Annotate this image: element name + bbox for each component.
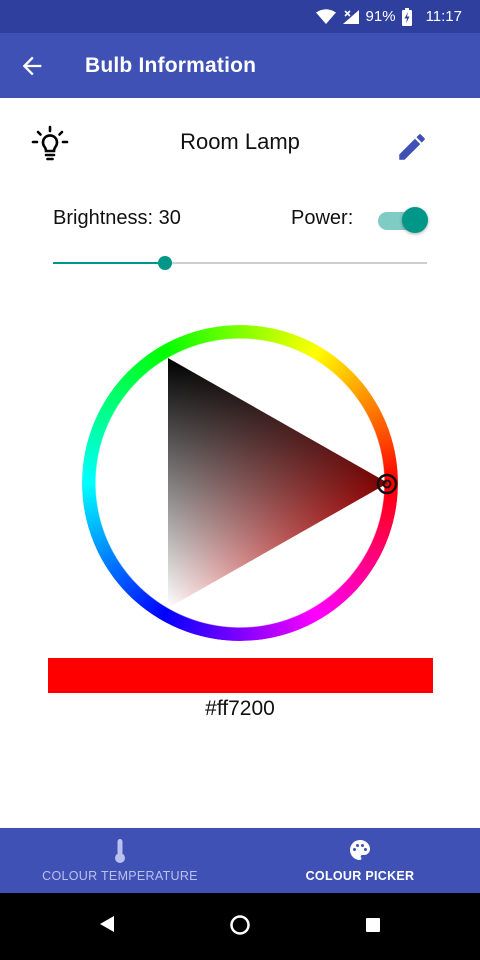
tab-colour-picker[interactable]: COLOUR PICKER	[240, 828, 480, 893]
slider-handle[interactable]	[158, 256, 173, 270]
saturation-value-triangle-layer	[168, 358, 398, 608]
pencil-icon[interactable]	[395, 130, 429, 164]
nav-home-icon[interactable]	[229, 914, 251, 936]
hex-value-label: #ff7200	[205, 697, 275, 720]
nav-recents-icon[interactable]	[366, 918, 380, 932]
power-label: Power:	[291, 207, 354, 229]
app-bar: Bulb Information	[0, 33, 480, 98]
page-title: Bulb Information	[85, 54, 257, 77]
color-wheel[interactable]	[82, 325, 398, 641]
clock: 11:17	[425, 8, 462, 25]
cellular-signal-icon	[342, 9, 359, 24]
thermometer-icon	[115, 839, 125, 863]
palette-icon	[350, 840, 370, 860]
brightness-label: Brightness: 30	[53, 207, 181, 229]
color-triangle-shade	[168, 358, 388, 608]
nav-back-icon[interactable]	[99, 915, 115, 933]
tab-colour-temperature[interactable]: COLOUR TEMPERATURE	[0, 828, 240, 893]
battery-percent: 91%	[365, 8, 396, 25]
slider-fill	[53, 262, 166, 264]
selected-color-preview	[48, 658, 433, 693]
system-navigation-bar	[0, 893, 480, 960]
tab-colour-picker-label: COLOUR PICKER	[305, 869, 415, 883]
power-switch[interactable]	[376, 206, 428, 234]
wifi-icon	[315, 8, 336, 24]
arrow-back-icon[interactable]	[18, 52, 46, 80]
brightness-slider[interactable]	[53, 254, 427, 272]
battery-charging-icon	[401, 7, 412, 26]
status-icons: 91% 11:17	[315, 0, 462, 33]
power-switch-thumb[interactable]	[402, 207, 428, 233]
status-bar: 91% 11:17	[0, 0, 480, 33]
tab-colour-temperature-label: COLOUR TEMPERATURE	[42, 869, 198, 883]
bottom-navigation: COLOUR TEMPERATURE COLOUR PICKER	[0, 828, 480, 893]
